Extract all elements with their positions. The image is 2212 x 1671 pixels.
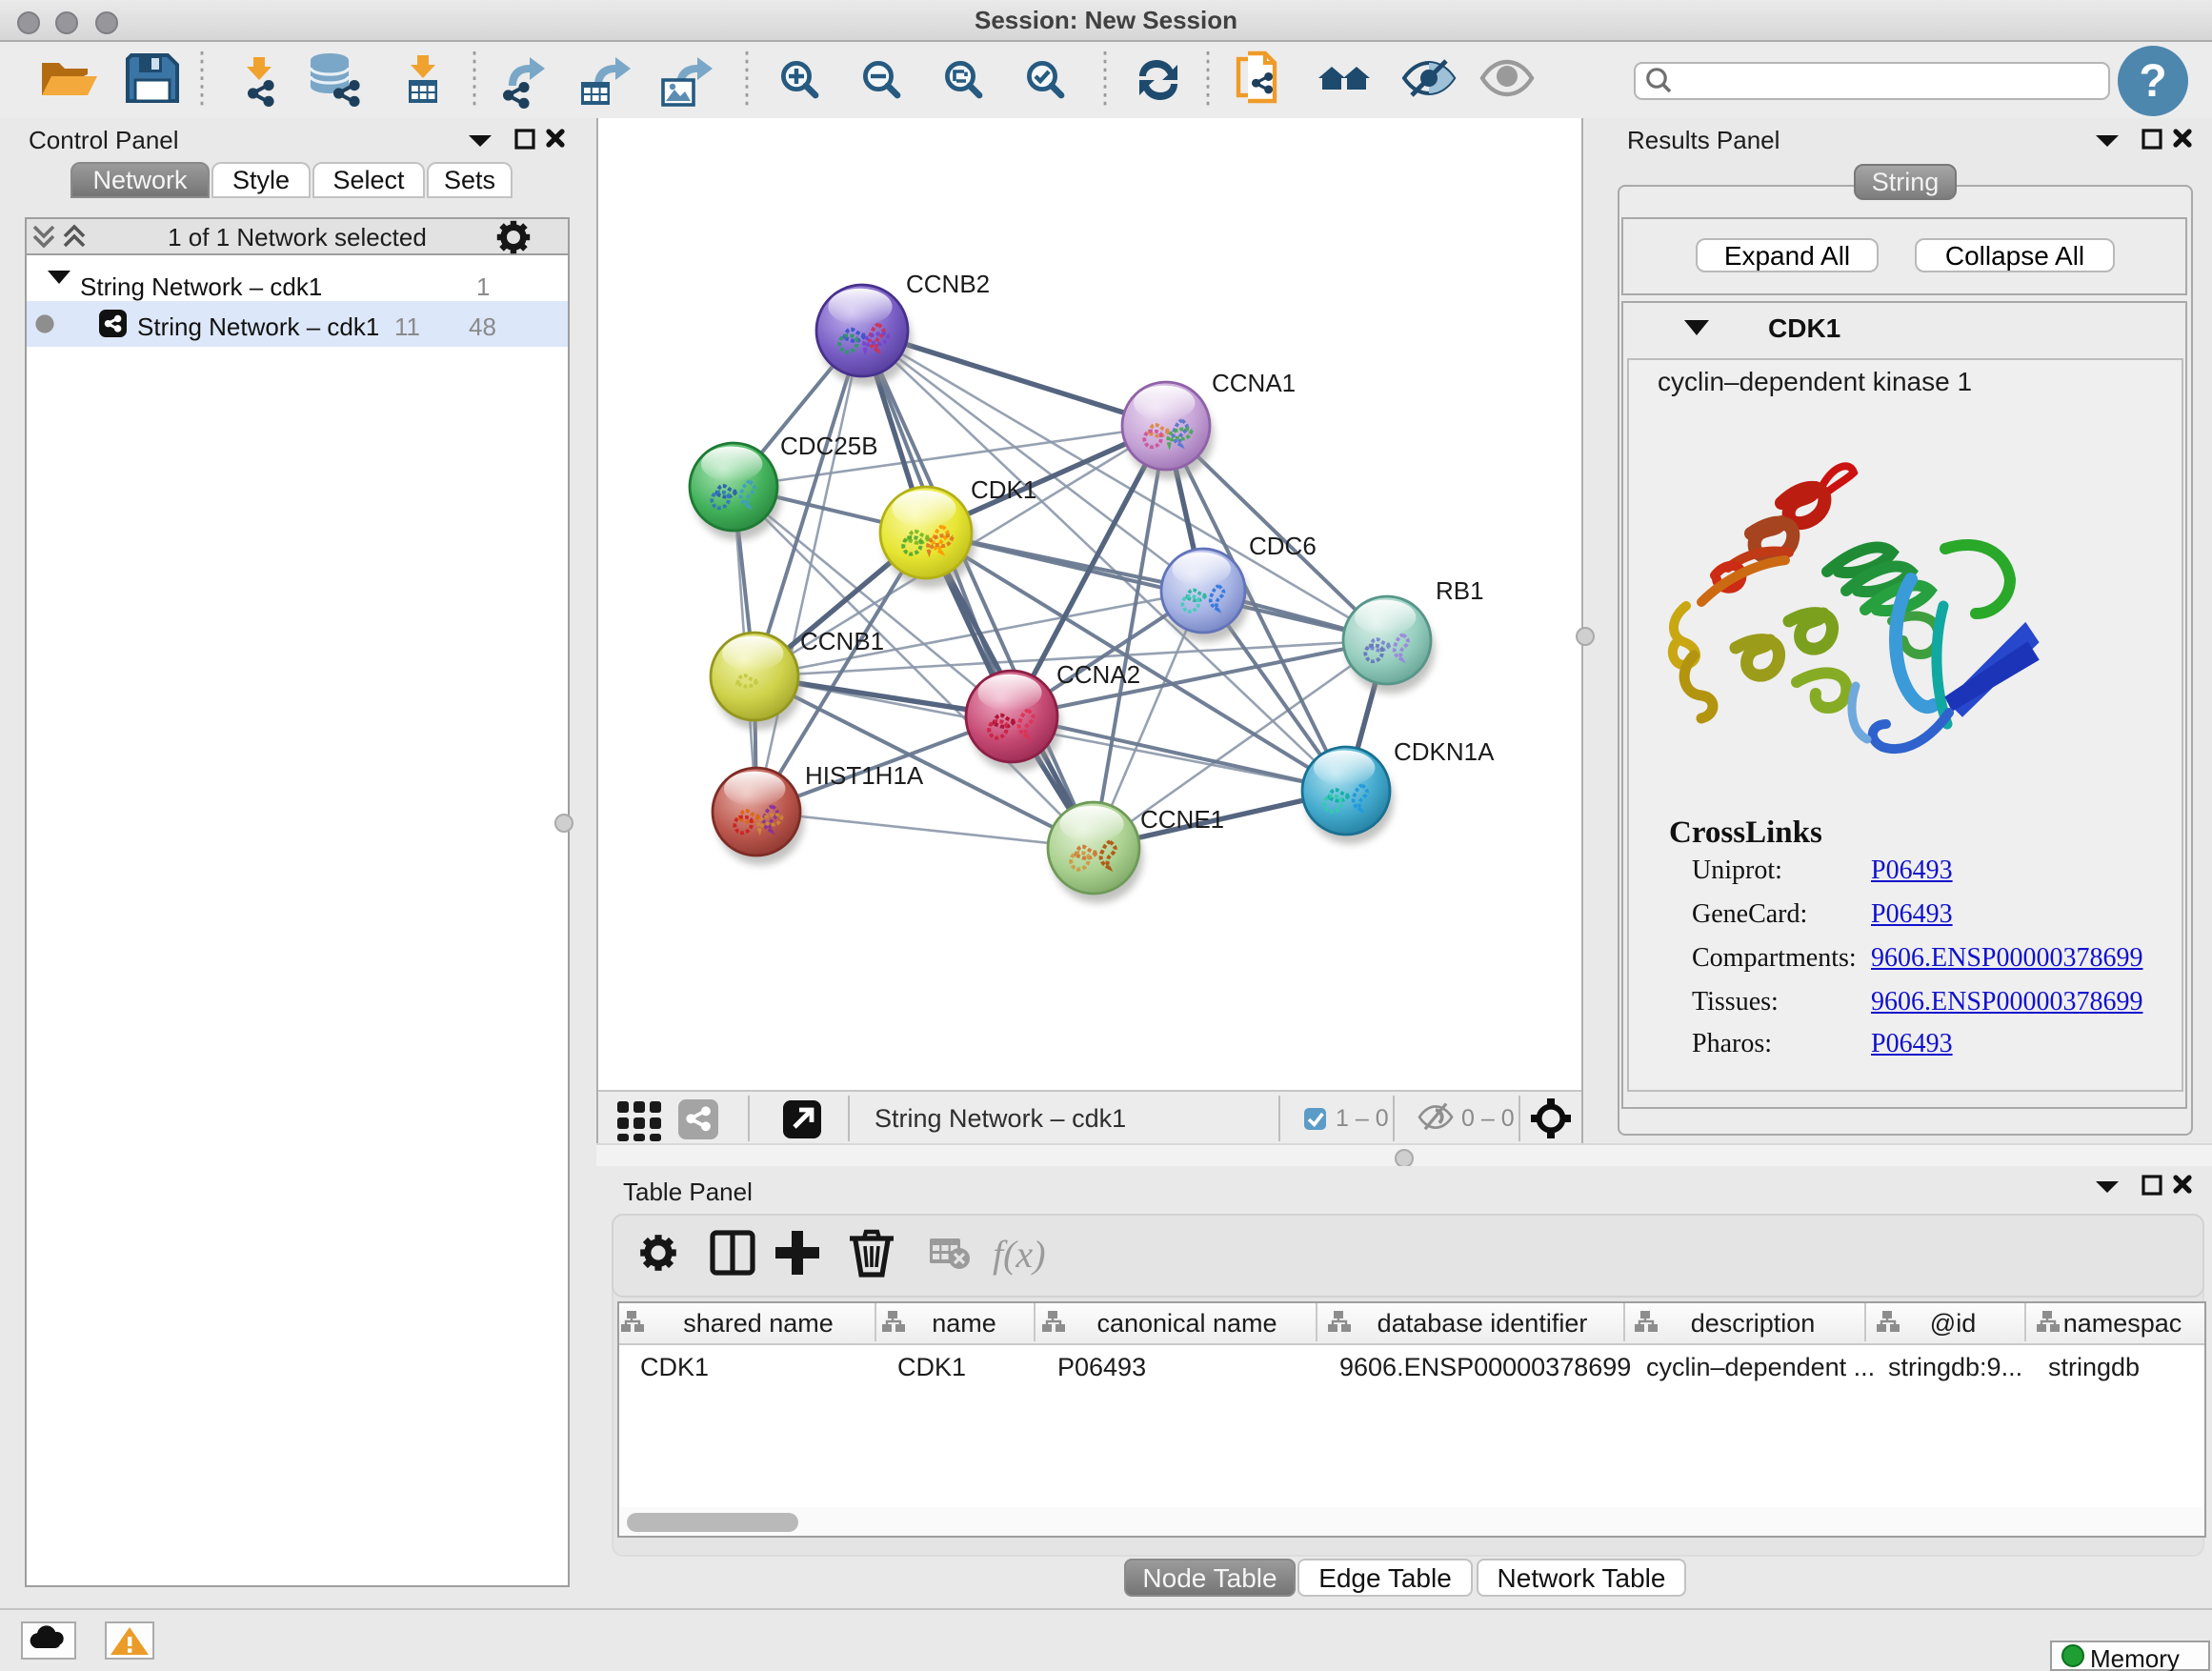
svg-text:CDC6: CDC6	[1249, 532, 1317, 560]
svg-text:CCNB1: CCNB1	[800, 627, 884, 655]
svg-text:namespac: namespac	[2063, 1309, 2182, 1338]
svg-text:stringdb:9...: stringdb:9...	[1888, 1353, 2022, 1381]
svg-text:9606.ENSP00000378699: 9606.ENSP00000378699	[1339, 1353, 1631, 1381]
svg-text:P06493: P06493	[1057, 1353, 1146, 1381]
svg-text:stringdb: stringdb	[2048, 1353, 2140, 1381]
svg-text:0 – 0: 0 – 0	[1461, 1105, 1515, 1132]
svg-text:description: description	[1691, 1309, 1816, 1338]
svg-text:CDK1: CDK1	[897, 1353, 966, 1381]
svg-text:CDKN1A: CDKN1A	[1394, 737, 1495, 766]
svg-text:database identifier: database identifier	[1377, 1309, 1588, 1338]
svg-text:String Network – cdk1: String Network – cdk1	[875, 1104, 1126, 1133]
svg-text:name: name	[932, 1309, 996, 1338]
svg-text:CDK1: CDK1	[640, 1353, 709, 1381]
svg-text:1 – 0: 1 – 0	[1336, 1105, 1389, 1132]
svg-text:canonical name: canonical name	[1096, 1309, 1277, 1338]
svg-text:CDK1: CDK1	[971, 475, 1036, 504]
svg-text:CDC25B: CDC25B	[780, 432, 878, 460]
svg-text:HIST1H1A: HIST1H1A	[805, 761, 924, 790]
svg-text:RB1: RB1	[1436, 576, 1484, 605]
svg-text:CCNB2: CCNB2	[906, 270, 990, 298]
svg-text:@id: @id	[1930, 1309, 1976, 1338]
svg-text:f(x): f(x)	[993, 1233, 1046, 1276]
svg-text:?: ?	[2139, 56, 2166, 107]
svg-text:CCNA2: CCNA2	[1056, 660, 1140, 689]
svg-text:cyclin–dependent ...: cyclin–dependent ...	[1646, 1353, 1875, 1381]
svg-text:CCNE1: CCNE1	[1140, 805, 1224, 834]
svg-text:CCNA1: CCNA1	[1212, 369, 1296, 397]
svg-text:shared name: shared name	[683, 1309, 834, 1338]
